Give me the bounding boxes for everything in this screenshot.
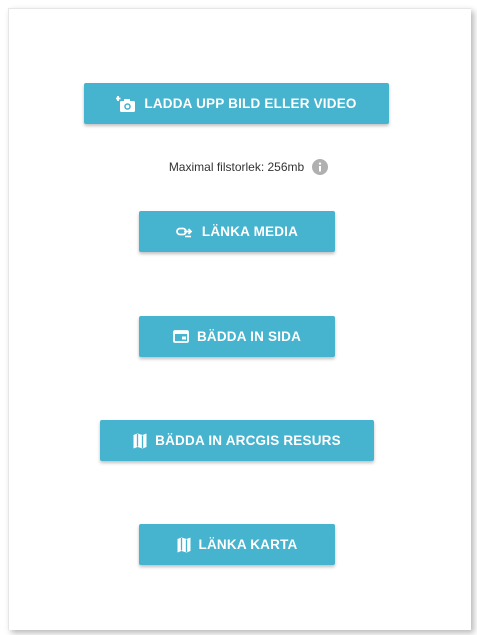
upload-media-label: LADDA UPP BILD ELLER VIDEO xyxy=(144,96,357,111)
link-icon xyxy=(175,226,194,238)
info-icon[interactable] xyxy=(312,159,329,175)
file-size-text: Maximal filstorlek: 256mb xyxy=(168,160,305,174)
link-media-label: LÄNKA MEDIA xyxy=(201,224,299,239)
link-media-button[interactable]: LÄNKA MEDIA xyxy=(139,211,335,252)
browser-window-icon xyxy=(173,330,189,343)
embed-arcgis-label: BÄDDA IN ARCGIS RESURS xyxy=(155,433,341,448)
embed-page-label: BÄDDA IN SIDA xyxy=(196,329,302,344)
link-map-label: LÄNKA KARTA xyxy=(198,537,298,552)
camera-add-icon xyxy=(116,95,136,113)
embed-arcgis-button[interactable]: BÄDDA IN ARCGIS RESURS xyxy=(100,420,374,461)
map-icon xyxy=(177,537,191,553)
link-map-button[interactable]: LÄNKA KARTA xyxy=(139,524,335,565)
file-size-info: Maximal filstorlek: 256mb xyxy=(0,159,477,175)
upload-media-button[interactable]: LADDA UPP BILD ELLER VIDEO xyxy=(84,83,389,124)
embed-page-button[interactable]: BÄDDA IN SIDA xyxy=(139,316,335,357)
map-icon xyxy=(133,433,147,449)
